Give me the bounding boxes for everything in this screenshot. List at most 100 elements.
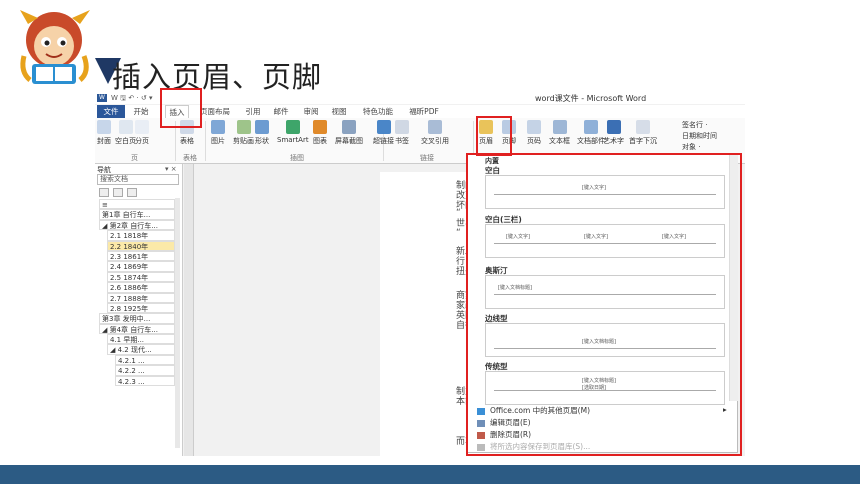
tab-4[interactable]: 引用 bbox=[241, 105, 265, 118]
tab-8[interactable]: 特色功能 bbox=[357, 105, 399, 118]
word-logo-icon: W bbox=[97, 94, 107, 102]
nav-heading-item[interactable]: ≡ bbox=[99, 199, 175, 210]
ribbon-button-label: 文档部件 bbox=[577, 137, 605, 145]
ribbon-button-label: 封面 bbox=[97, 137, 111, 145]
highlight-header-button bbox=[476, 116, 512, 156]
nav-heading-item[interactable]: 4.2.3 ... bbox=[115, 375, 175, 387]
document-text-fragment: “ bbox=[456, 228, 461, 238]
group-label-links: 链接 bbox=[420, 154, 434, 162]
nav-scrollbar[interactable] bbox=[175, 198, 180, 448]
nav-heading-item[interactable]: ◢ 第4章 自行车... bbox=[99, 323, 175, 335]
nav-heading-item[interactable]: 2.7 1888年 bbox=[107, 292, 175, 303]
nav-search-input[interactable]: 搜索文档 bbox=[97, 174, 179, 185]
wordart-icon bbox=[606, 120, 621, 134]
nav-heading-item[interactable]: 4.1 早期... bbox=[107, 334, 175, 345]
nav-close-button[interactable]: ▾ × bbox=[165, 165, 177, 173]
page-break-icon bbox=[135, 120, 149, 134]
ribbon-button-18[interactable]: 艺术字 bbox=[603, 120, 624, 146]
nav-heading-item[interactable]: ◢ 第2章 自行车... bbox=[99, 219, 175, 231]
ribbon-button-17[interactable]: 文档部件 bbox=[577, 120, 605, 146]
nav-pages-view-button[interactable] bbox=[113, 188, 123, 197]
ribbon-button-0[interactable]: 封面 bbox=[97, 120, 111, 146]
textbox-icon bbox=[552, 120, 567, 134]
chart-icon bbox=[313, 120, 327, 134]
nav-heading-item[interactable]: 2.5 1874年 bbox=[107, 271, 175, 283]
quick-parts-icon bbox=[584, 120, 598, 134]
mascot-logo bbox=[20, 10, 90, 84]
vertical-ruler bbox=[184, 164, 194, 456]
screenshot-icon bbox=[342, 120, 356, 134]
tab-1[interactable]: 开始 bbox=[129, 105, 153, 118]
dropcap-icon bbox=[636, 120, 650, 134]
ribbon-button-label: 图片 bbox=[211, 137, 225, 145]
ribbon-button-label: 超链接 bbox=[373, 137, 394, 145]
nav-heading-item[interactable]: 2.8 1925年 bbox=[107, 302, 175, 314]
group-label-illustrations: 插图 bbox=[290, 154, 304, 162]
shapes-icon bbox=[255, 120, 269, 134]
date-time-button[interactable]: 日期和时间 bbox=[682, 131, 717, 141]
nav-results-view-button[interactable] bbox=[127, 188, 137, 197]
ribbon-button-label: 艺术字 bbox=[603, 137, 624, 145]
bookmark-icon bbox=[395, 120, 409, 134]
ribbon-button-8[interactable]: 图表 bbox=[313, 120, 327, 146]
group-label-pages: 页 bbox=[131, 154, 138, 162]
tab-6[interactable]: 审阅 bbox=[299, 105, 323, 118]
smartart-icon bbox=[285, 120, 300, 134]
nav-heading-item[interactable]: 2.4 1869年 bbox=[107, 261, 175, 272]
ribbon-button-7[interactable]: SmartArt bbox=[277, 120, 309, 144]
nav-heading-item[interactable]: ◢ 4.2 现代... bbox=[107, 344, 175, 355]
ribbon-button-15[interactable]: 页码 bbox=[527, 120, 541, 146]
ribbon-button-1[interactable]: 空白页 bbox=[115, 120, 136, 146]
clipart-icon bbox=[236, 120, 251, 134]
ribbon-button-10[interactable]: 超链接 bbox=[373, 120, 394, 146]
nav-headings-view-button[interactable] bbox=[99, 188, 109, 197]
nav-heading-item[interactable]: 2.3 1861年 bbox=[107, 250, 175, 262]
slide: 插入页眉、页脚 W W 🖫 ↶ · ↺ ▾ word课文件 - Microsof… bbox=[0, 0, 860, 484]
ribbon-button-label: 形状 bbox=[255, 137, 269, 145]
ribbon-button-label: 空白页 bbox=[115, 137, 136, 145]
hyperlink-icon bbox=[376, 120, 391, 134]
ribbon-button-label: 表格 bbox=[180, 137, 194, 145]
ribbon-button-label: SmartArt bbox=[277, 136, 309, 144]
ribbon-button-16[interactable]: 文本框 bbox=[549, 120, 570, 146]
ribbon-button-label: 首字下沉 bbox=[629, 137, 657, 145]
ribbon-button-label: 图表 bbox=[313, 137, 327, 145]
ribbon-button-label: 文本框 bbox=[549, 137, 570, 145]
ribbon-button-label: 书签 bbox=[395, 137, 409, 145]
page-number-icon bbox=[527, 120, 541, 134]
cover-page-icon bbox=[97, 120, 111, 134]
nav-heading-item[interactable]: 2.1 1818年 bbox=[107, 230, 175, 241]
ribbon-button-5[interactable]: 剪贴画 bbox=[233, 120, 254, 146]
ribbon-button-6[interactable]: 形状 bbox=[255, 120, 269, 146]
blank-page-icon bbox=[118, 120, 133, 134]
tab-5[interactable]: 邮件 bbox=[269, 105, 293, 118]
slide-title: 插入页眉、页脚 bbox=[112, 60, 323, 94]
quick-access-toolbar[interactable]: W 🖫 ↶ · ↺ ▾ bbox=[111, 94, 152, 105]
ribbon-button-12[interactable]: 交叉引用 bbox=[421, 120, 449, 146]
cross-reference-icon bbox=[428, 120, 442, 134]
nav-heading-item[interactable]: 2.6 1886年 bbox=[107, 282, 175, 293]
ribbon-button-11[interactable]: 书签 bbox=[395, 120, 409, 146]
ribbon-button-label: 页码 bbox=[527, 137, 541, 145]
highlight-header-gallery bbox=[466, 153, 742, 456]
ribbon-button-9[interactable]: 屏幕截图 bbox=[335, 120, 363, 146]
highlight-insert-tab bbox=[160, 88, 202, 128]
tab-0[interactable]: 文件 bbox=[97, 105, 125, 118]
nav-heading-item[interactable]: 4.2.1 ... bbox=[115, 354, 175, 366]
object-button[interactable]: 对象 · bbox=[682, 142, 700, 152]
footer-bar bbox=[0, 465, 860, 484]
ribbon-button-label: 交叉引用 bbox=[421, 137, 449, 145]
signature-line-button[interactable]: 签名行 · bbox=[682, 120, 707, 130]
ribbon-button-label: 剪贴画 bbox=[233, 137, 254, 145]
ribbon-button-19[interactable]: 首字下沉 bbox=[629, 120, 657, 146]
nav-heading-item[interactable]: 4.2.2 ... bbox=[115, 365, 175, 376]
ribbon-button-2[interactable]: 分页 bbox=[135, 120, 149, 146]
ribbon-button-label: 分页 bbox=[135, 137, 149, 145]
tab-9[interactable]: 福昕PDF bbox=[403, 105, 445, 118]
tab-7[interactable]: 视图 bbox=[327, 105, 351, 118]
nav-heading-item[interactable]: 第3章 发明中... bbox=[99, 313, 175, 324]
nav-heading-item[interactable]: 2.2 1840年 bbox=[107, 240, 175, 251]
ribbon-button-4[interactable]: 图片 bbox=[211, 120, 225, 146]
nav-heading-item[interactable]: 第1章 自行车... bbox=[99, 209, 175, 220]
window-title: word课文件 - Microsoft Word bbox=[535, 94, 647, 103]
